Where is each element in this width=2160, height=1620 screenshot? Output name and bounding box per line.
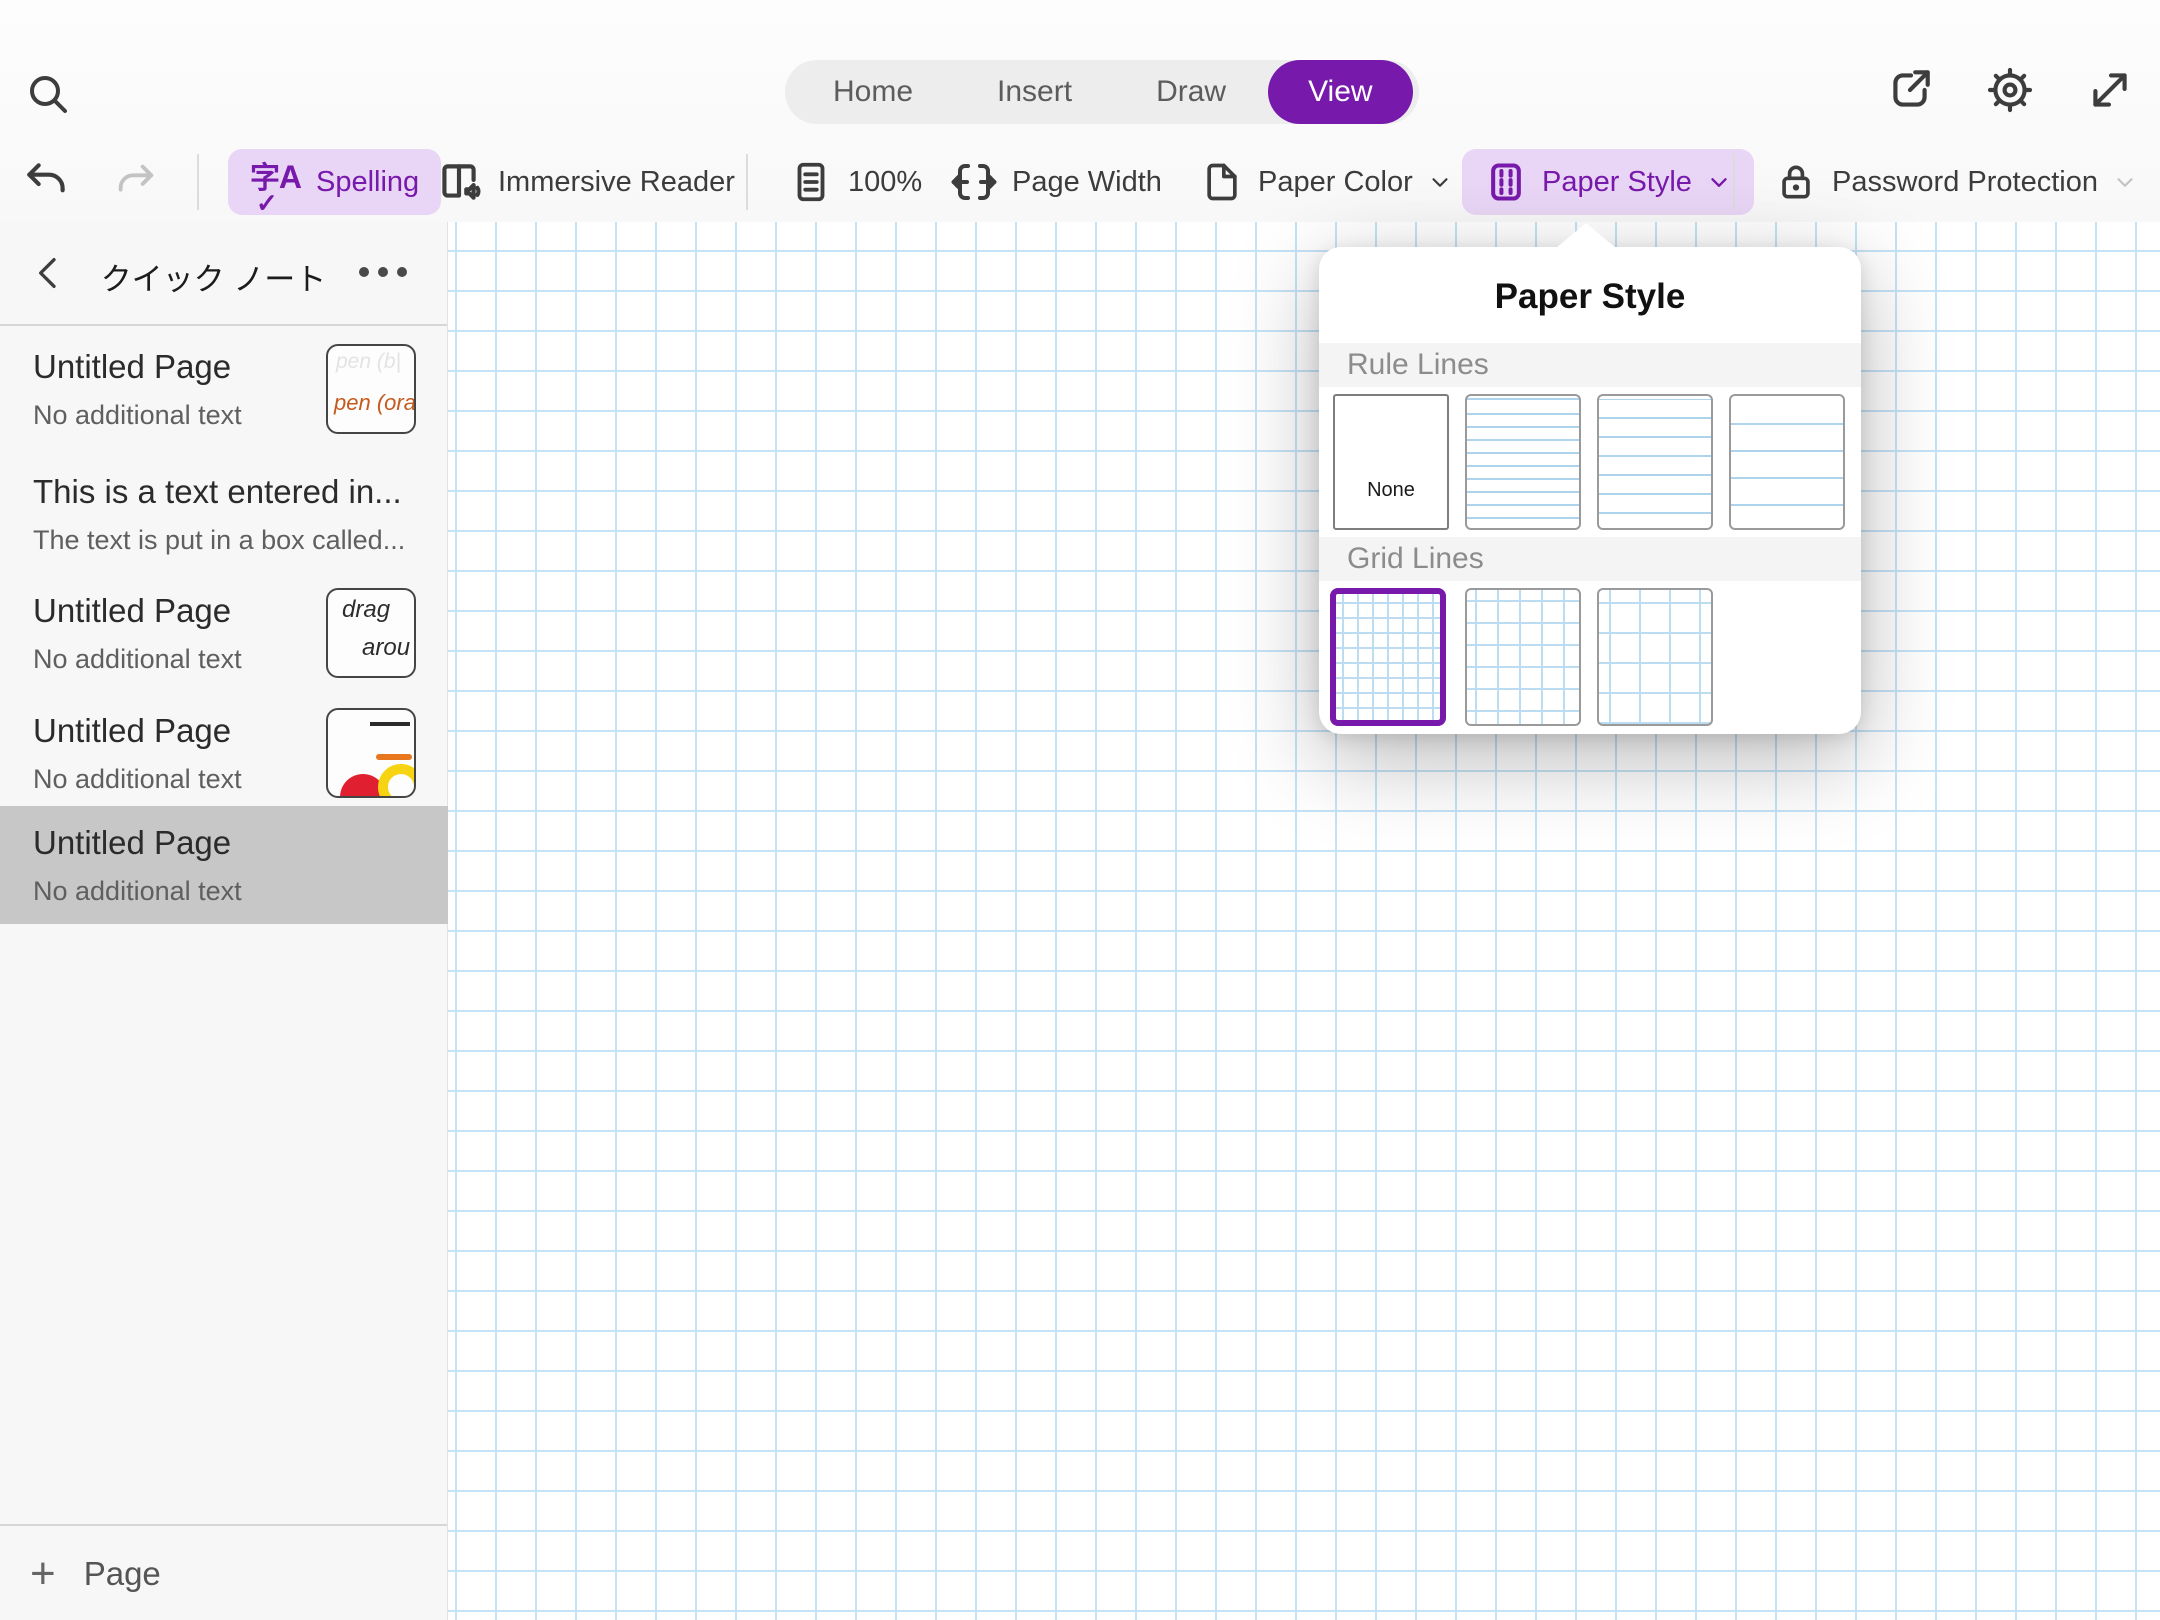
toolbar-divider xyxy=(746,154,748,210)
paper-style-icon xyxy=(1491,163,1521,201)
add-page-button[interactable]: + Page xyxy=(30,1544,161,1604)
share-icon xyxy=(1893,70,1930,107)
page-list-sidebar: クイック ノート Untitled Page No additional tex… xyxy=(0,222,448,1620)
ellipsis-icon xyxy=(359,267,407,277)
page-width-button[interactable]: Page Width xyxy=(950,142,1162,222)
page-thumbnail: pen (b| pen (ora xyxy=(326,344,416,434)
paper-color-icon xyxy=(1207,163,1237,201)
tab-view[interactable]: View xyxy=(1268,60,1413,124)
ink-stroke xyxy=(378,764,414,796)
search-button[interactable] xyxy=(22,68,74,120)
undo-button[interactable] xyxy=(22,142,72,222)
popup-title: Paper Style xyxy=(1494,277,1686,316)
spelling-icon: 字 A ✓ xyxy=(250,159,302,218)
rule-option-none[interactable]: None xyxy=(1333,394,1449,530)
page-list-item[interactable]: This is a text entered in... The text is… xyxy=(0,455,448,567)
page-thumbnail xyxy=(326,708,416,798)
sidebar-footer: + Page xyxy=(0,1524,447,1620)
ink-stroke xyxy=(370,722,410,726)
rule-lines-section-header: Rule Lines xyxy=(1319,343,1861,387)
paper-style-popup: Paper Style Rule Lines None Grid Lines xyxy=(1319,223,1861,734)
zoom-level-button[interactable]: 100% xyxy=(788,142,922,222)
share-button[interactable] xyxy=(1884,64,1936,116)
zoom-document-icon xyxy=(797,162,825,202)
chevron-down-icon xyxy=(1432,178,1448,187)
rule-option-narrow[interactable] xyxy=(1465,394,1581,530)
page-list-item[interactable]: Untitled Page No additional text xyxy=(0,694,448,806)
sidebar-header: クイック ノート xyxy=(0,222,447,324)
ribbon-tabs: Home Insert Draw View xyxy=(785,60,1419,124)
back-button[interactable] xyxy=(26,250,72,296)
gear-icon xyxy=(1987,67,2033,113)
settings-button[interactable] xyxy=(1984,64,2036,116)
page-list-item[interactable]: Untitled Page No additional text drag ar… xyxy=(0,574,448,692)
toolbar-divider xyxy=(197,154,199,210)
grid-option-medium[interactable] xyxy=(1465,588,1581,726)
ink-stroke xyxy=(376,754,412,760)
expand-icon xyxy=(2093,73,2127,107)
sidebar-divider xyxy=(0,324,447,326)
grid-option-small-selected[interactable] xyxy=(1330,588,1446,726)
top-bar: Home Insert Draw View 字 A ✓ Spelling Imm… xyxy=(0,0,2160,222)
tab-draw[interactable]: Draw xyxy=(1114,60,1268,124)
page-width-icon xyxy=(951,164,997,200)
grid-lines-section-header: Grid Lines xyxy=(1319,537,1861,581)
page-thumbnail: drag arou xyxy=(326,588,416,678)
page-list-item-selected[interactable]: Untitled Page No additional text xyxy=(0,806,448,924)
paper-color-button[interactable]: Paper Color xyxy=(1200,142,1453,222)
toolbar-divider xyxy=(1733,154,1735,210)
plus-icon: + xyxy=(30,1549,56,1598)
paper-style-button[interactable]: Paper Style xyxy=(1462,149,1754,215)
tab-insert[interactable]: Insert xyxy=(955,60,1114,124)
redo-button[interactable] xyxy=(112,142,158,222)
note-canvas-grid-paper[interactable] xyxy=(448,222,2160,1620)
chevron-left-icon xyxy=(39,258,56,288)
grid-option-large[interactable] xyxy=(1597,588,1713,726)
rule-option-medium[interactable] xyxy=(1597,394,1713,530)
redo-icon xyxy=(118,164,154,192)
undo-icon xyxy=(27,163,65,193)
immersive-reader-icon xyxy=(442,164,481,200)
chevron-down-icon xyxy=(1711,178,1727,187)
onenote-app: Home Insert Draw View 字 A ✓ Spelling Imm… xyxy=(0,0,2160,1620)
page-list-item[interactable]: Untitled Page No additional text pen (b|… xyxy=(0,330,448,448)
password-protection-button[interactable]: Password Protection xyxy=(1774,142,2138,222)
rule-option-wide[interactable] xyxy=(1729,394,1845,530)
lock-icon xyxy=(1782,165,1810,199)
chevron-down-icon xyxy=(2117,178,2133,187)
topbar-actions xyxy=(1884,64,2136,116)
fullscreen-button[interactable] xyxy=(2084,64,2136,116)
more-options-button[interactable] xyxy=(353,252,413,292)
spelling-button[interactable]: 字 A ✓ Spelling xyxy=(228,149,442,218)
search-icon xyxy=(30,76,67,113)
immersive-reader-button[interactable]: Immersive Reader xyxy=(434,142,735,222)
view-ribbon-toolbar: 字 A ✓ Spelling Immersive Reader 100% Pag… xyxy=(0,142,2160,222)
section-title: クイック ノート xyxy=(100,262,327,297)
tab-home[interactable]: Home xyxy=(791,60,955,124)
